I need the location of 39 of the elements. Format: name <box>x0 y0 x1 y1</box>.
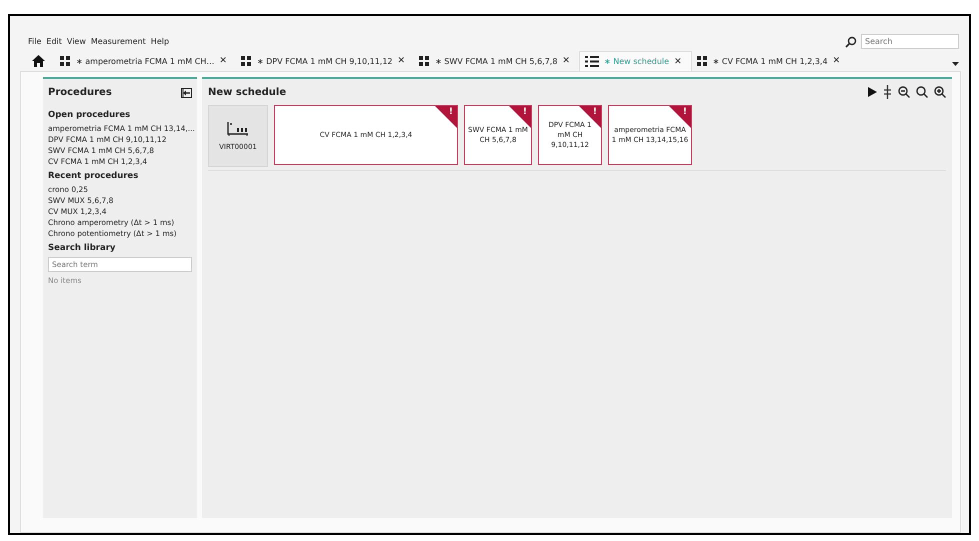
panel-title: Procedures <box>48 87 112 98</box>
play-icon[interactable] <box>868 87 877 97</box>
close-icon[interactable]: ✕ <box>674 56 682 66</box>
section-heading: Open procedures <box>48 110 132 120</box>
menu-item[interactable]: Help <box>150 37 170 46</box>
search-field[interactable]: Search <box>861 34 959 49</box>
list-icon <box>584 56 599 67</box>
section-heading: Recent procedures <box>48 171 140 181</box>
menu-item[interactable]: View <box>66 37 86 46</box>
tab[interactable]: ∗ CV FCMA 1 mM CH 1,2,3,4 ✕ <box>692 51 850 71</box>
home-icon[interactable] <box>32 55 45 67</box>
grid-icon <box>419 56 430 66</box>
close-icon[interactable]: ✕ <box>398 56 406 66</box>
section-heading: Search library <box>48 243 116 253</box>
close-icon[interactable]: ✕ <box>832 56 840 66</box>
zoom-in-icon[interactable] <box>934 86 946 98</box>
close-icon[interactable]: ✕ <box>562 56 570 66</box>
menu-item[interactable]: File <box>28 37 42 46</box>
collapse-icon[interactable] <box>181 88 192 98</box>
tab[interactable]: ∗ SWV FCMA 1 mM CH 5,6,7,8 ✕ <box>414 51 579 71</box>
grid-icon <box>240 56 252 66</box>
tab[interactable]: ∗ amperometria FCMA 1 mM CH… ✕ <box>55 51 236 71</box>
schedule-title: New schedule <box>208 86 286 98</box>
tab[interactable]: ∗ DPV FCMA 1 mM CH 9,10,11,12 ✕ <box>236 51 414 71</box>
cursor-icon[interactable] <box>883 85 892 99</box>
search-icon <box>845 36 857 48</box>
grid-icon <box>696 56 708 66</box>
zoom-icon[interactable] <box>916 86 928 98</box>
grid-icon <box>60 56 71 66</box>
warning-flag: ! <box>669 106 691 128</box>
close-icon[interactable]: ✕ <box>219 56 227 66</box>
menu-item[interactable]: Edit <box>46 37 62 46</box>
device-icon <box>227 121 249 137</box>
zoom-out-icon[interactable] <box>898 86 910 98</box>
warning-flag: ! <box>509 106 531 128</box>
tab[interactable]: ∗ New schedule ✕ <box>578 51 692 71</box>
warning-flag: ! <box>435 106 457 128</box>
dropdown-icon[interactable] <box>952 62 959 66</box>
menu-item[interactable]: Measurement <box>90 37 146 46</box>
